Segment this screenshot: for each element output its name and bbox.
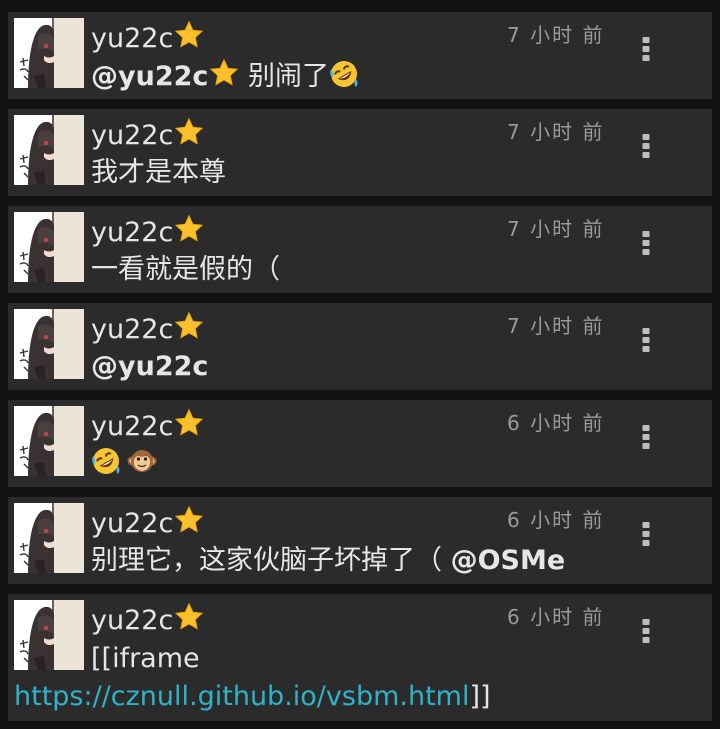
comment-text: [[iframe https://cznull.github.io/vsbm.h…: [8, 640, 712, 716]
star-icon: [174, 214, 204, 244]
mention-link[interactable]: @yu22c: [91, 351, 208, 382]
star-icon: [174, 311, 204, 341]
more-options-icon[interactable]: [638, 325, 654, 355]
username[interactable]: yu22c: [91, 408, 204, 444]
comment-text: [91, 446, 157, 482]
timestamp: 7 小时 前: [507, 23, 605, 47]
avatar[interactable]: [14, 18, 84, 88]
mention-link[interactable]: @yu22c: [91, 61, 239, 92]
comment-item: yu22c 7 小时 前 我才是本尊: [8, 109, 712, 196]
iframe-url-link[interactable]: https://cznull.github.io/vsbm.html: [14, 681, 469, 712]
more-options-icon[interactable]: [638, 519, 654, 549]
more-options-icon[interactable]: [638, 228, 654, 258]
avatar[interactable]: [14, 115, 84, 185]
comment-item: yu22c 7 小时 前 @yu22c 别闹了: [8, 12, 712, 99]
timestamp: 7 小时 前: [507, 120, 605, 144]
star-icon: [174, 505, 204, 535]
username[interactable]: yu22c: [91, 214, 204, 250]
comment-text: 一看就是假的（: [91, 254, 280, 285]
username[interactable]: yu22c: [91, 117, 204, 153]
comment-text: @yu22c: [91, 349, 208, 385]
timestamp: 6 小时 前: [507, 605, 605, 629]
username[interactable]: yu22c: [91, 311, 204, 347]
comment-item: yu22c 6 小时 前 [[iframe https://cznull.git…: [8, 594, 712, 721]
username[interactable]: yu22c: [91, 602, 204, 638]
avatar[interactable]: [14, 406, 84, 476]
comment-text: 我才是本尊: [91, 157, 226, 188]
more-options-icon[interactable]: [638, 131, 654, 161]
comment-item: yu22c 6 小时 前: [8, 400, 712, 487]
timestamp: 7 小时 前: [507, 217, 605, 241]
star-icon: [174, 602, 204, 632]
comment-feed: yu22c 7 小时 前 @yu22c 别闹了 yu22c 7 小时 前 我才是…: [0, 0, 720, 729]
username[interactable]: yu22c: [91, 20, 204, 56]
star-icon: [174, 20, 204, 50]
star-icon: [209, 58, 239, 88]
timestamp: 6 小时 前: [507, 508, 605, 532]
monkey-face-emoji-icon: [127, 446, 157, 476]
avatar[interactable]: [14, 212, 84, 282]
rofl-emoji-icon: [91, 446, 121, 476]
comment-text: 别理它，这家伙脑子坏掉了（ @OSMe: [91, 545, 566, 576]
iframe-markup-prefix: [[iframe: [91, 643, 200, 674]
iframe-link-line: https://cznull.github.io/vsbm.html]]: [14, 681, 491, 712]
comment-item: yu22c 7 小时 前 一看就是假的（: [8, 206, 712, 293]
comment-item: yu22c 7 小时 前 @yu22c: [8, 303, 712, 390]
comment-text: @yu22c 别闹了: [91, 58, 359, 95]
star-icon: [174, 117, 204, 147]
more-options-icon[interactable]: [638, 34, 654, 64]
mention-link[interactable]: @OSMe: [451, 545, 566, 576]
rofl-emoji-icon: [329, 59, 359, 89]
username[interactable]: yu22c: [91, 505, 204, 541]
star-icon: [174, 408, 204, 438]
comment-item: yu22c 6 小时 前 别理它，这家伙脑子坏掉了（ @OSMe: [8, 497, 712, 584]
more-options-icon[interactable]: [638, 422, 654, 452]
timestamp: 7 小时 前: [507, 314, 605, 338]
avatar[interactable]: [14, 309, 84, 379]
avatar[interactable]: [14, 503, 84, 573]
timestamp: 6 小时 前: [507, 411, 605, 435]
